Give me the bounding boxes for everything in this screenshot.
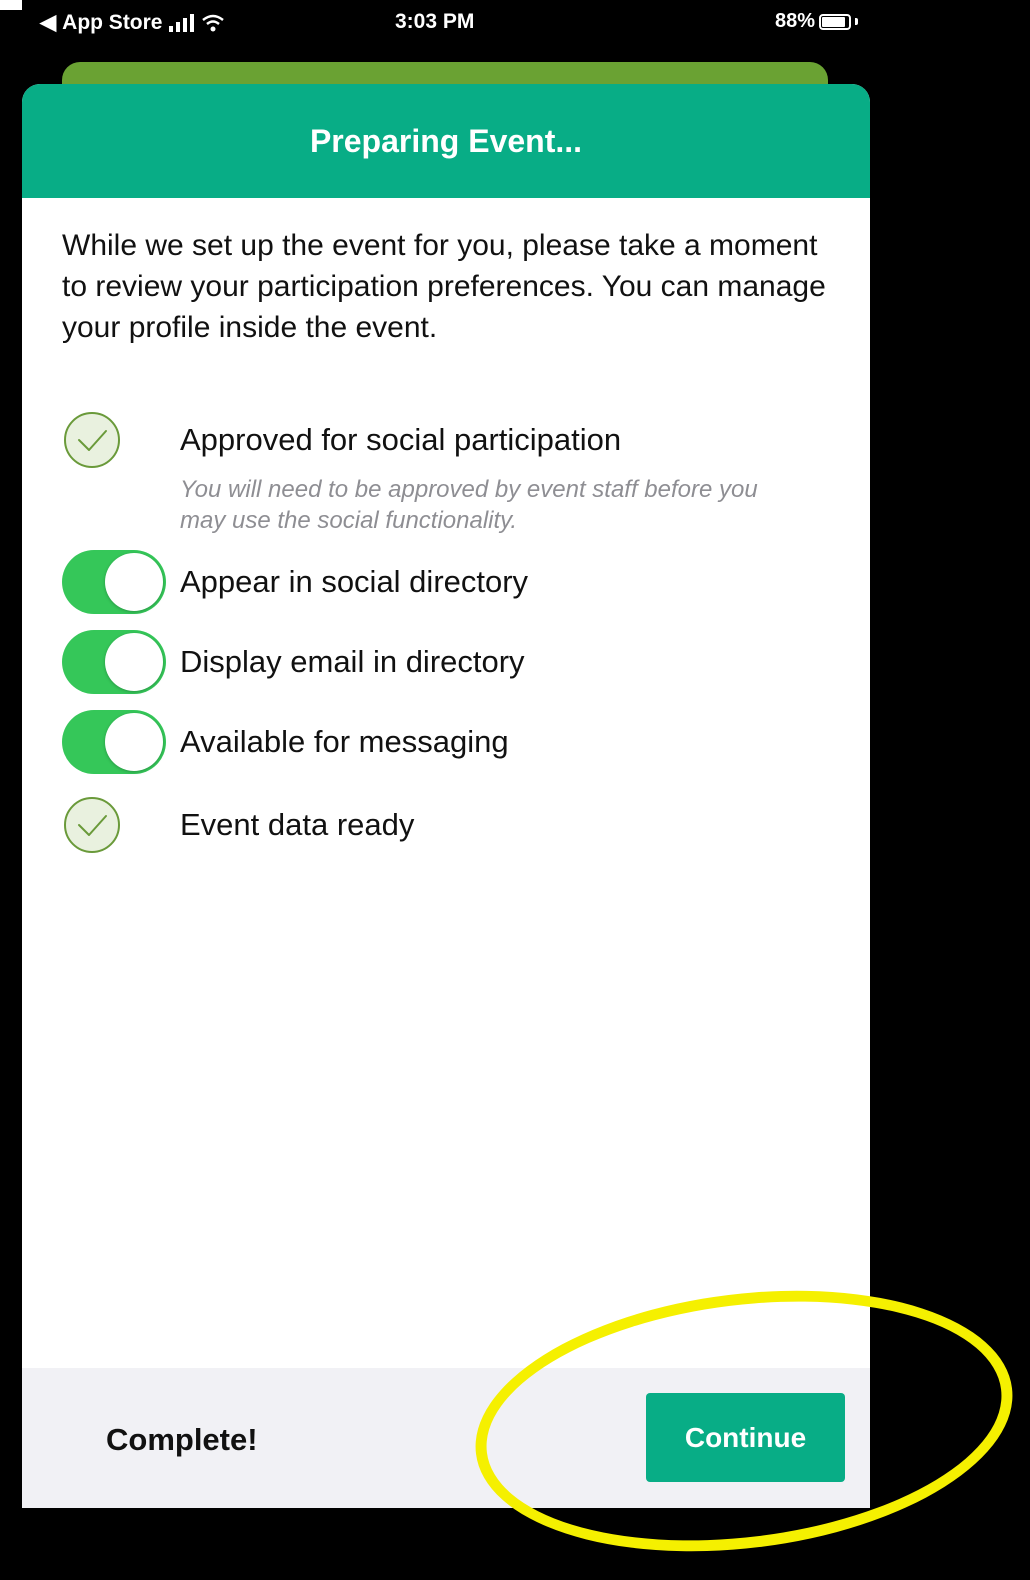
intro-text: While we set up the event for you, pleas… xyxy=(62,229,826,344)
check-circle-icon xyxy=(64,412,120,468)
wifi-icon xyxy=(201,14,224,31)
back-arrow-icon: ◀ xyxy=(40,11,57,34)
item-appear-directory[interactable]: Appear in social directory xyxy=(62,550,528,614)
item-label: Event data ready xyxy=(180,807,415,842)
item-display-email[interactable]: Display email in directory xyxy=(62,630,525,694)
item-messaging[interactable]: Available for messaging xyxy=(62,710,509,774)
item-label: Approved for social participation xyxy=(180,422,622,457)
item-event-data: Event data ready xyxy=(62,795,414,855)
battery-status: 88% xyxy=(775,10,858,33)
item-label: Appear in social directory xyxy=(180,564,529,599)
modal-footer: Complete! Continue xyxy=(22,1368,870,1508)
back-app-label: App Store xyxy=(62,10,163,34)
modal-header: Preparing Event... xyxy=(22,84,870,198)
check-circle-icon xyxy=(64,797,120,853)
messaging-toggle[interactable] xyxy=(62,710,166,774)
battery-icon xyxy=(819,13,851,30)
preparing-event-modal: Preparing Event... While we set up the e… xyxy=(22,84,870,1508)
appear-directory-toggle[interactable] xyxy=(62,550,166,614)
complete-status: Complete! xyxy=(106,1422,258,1457)
display-email-toggle[interactable] xyxy=(62,630,166,694)
approval-note: You will need to be approved by event st… xyxy=(180,476,758,534)
back-to-app[interactable]: ◀ App Store xyxy=(40,10,225,35)
clock: 3:03 PM xyxy=(395,10,475,33)
status-bar: ◀ App Store 3:03 PM 88% xyxy=(0,0,880,46)
item-label: Display email in directory xyxy=(180,644,525,679)
battery-percent: 88% xyxy=(774,10,815,32)
modal-title: Preparing Event... xyxy=(309,122,583,159)
continue-button[interactable]: Continue xyxy=(646,1393,845,1482)
item-label: Available for messaging xyxy=(180,724,509,759)
item-social-approval: Approved for social participation xyxy=(62,410,621,470)
signal-icon xyxy=(168,13,194,32)
